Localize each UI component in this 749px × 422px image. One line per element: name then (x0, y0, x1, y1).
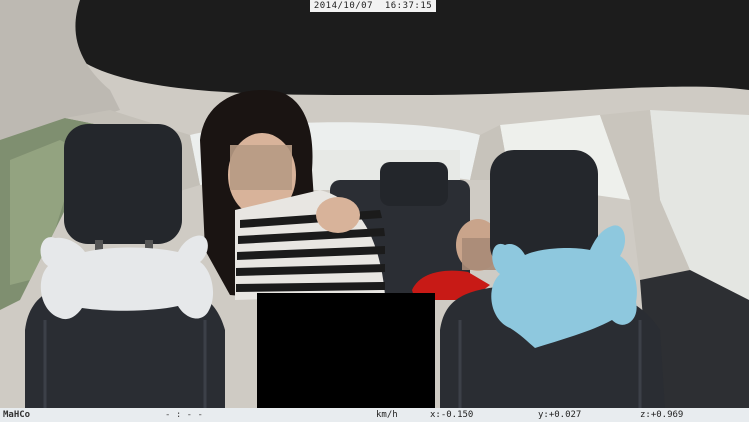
speed-unit: km/h (376, 410, 398, 420)
driver-headrest (64, 124, 182, 244)
face-blur-woman (230, 145, 292, 190)
woman-shoulder (316, 197, 360, 233)
gsensor-z: z:+0.969 (640, 410, 684, 420)
gsensor-y: y:+0.027 (538, 410, 582, 420)
rear-headrest (380, 162, 448, 206)
timestamp-overlay: 2014/10/07 16:37:15 (310, 0, 436, 12)
censor-box (257, 293, 435, 408)
telemetry-bar: MaHCo - : - - km/h x:-0.150 y:+0.027 z:+… (0, 408, 749, 422)
brand-logo: MaHCo (3, 410, 31, 420)
speed-value: - : - - (165, 410, 203, 420)
gsensor-x: x:-0.150 (430, 410, 474, 420)
roof-dark-panel (69, 0, 749, 96)
dashcam-frame: 2014/10/07 16:37:15 MaHCo - : - - km/h x… (0, 0, 749, 422)
headrest-pillow-white (40, 235, 214, 320)
